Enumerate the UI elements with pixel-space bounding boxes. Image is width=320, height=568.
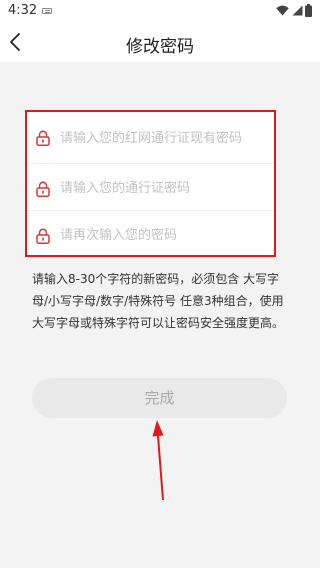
annotation-arrow-icon [152, 420, 164, 501]
